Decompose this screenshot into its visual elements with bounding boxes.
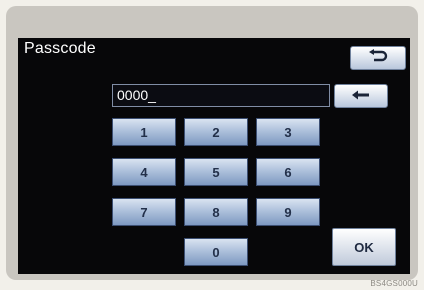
key-1[interactable]: 1 xyxy=(112,118,176,146)
key-6[interactable]: 6 xyxy=(256,158,320,186)
return-arrow-icon xyxy=(367,48,389,68)
back-button[interactable] xyxy=(350,46,406,70)
backspace-button[interactable] xyxy=(334,84,388,108)
figure-code: BS4GS000U xyxy=(370,279,418,288)
ok-button[interactable]: OK xyxy=(332,228,396,266)
key-2[interactable]: 2 xyxy=(184,118,248,146)
key-0[interactable]: 0 xyxy=(184,238,248,266)
key-9[interactable]: 9 xyxy=(256,198,320,226)
backspace-arrow-icon xyxy=(351,87,371,105)
key-8[interactable]: 8 xyxy=(184,198,248,226)
key-7[interactable]: 7 xyxy=(112,198,176,226)
key-3[interactable]: 3 xyxy=(256,118,320,146)
passcode-input[interactable]: 0000_ xyxy=(112,84,330,107)
key-4[interactable]: 4 xyxy=(112,158,176,186)
key-5[interactable]: 5 xyxy=(184,158,248,186)
page-title: Passcode xyxy=(24,40,96,57)
